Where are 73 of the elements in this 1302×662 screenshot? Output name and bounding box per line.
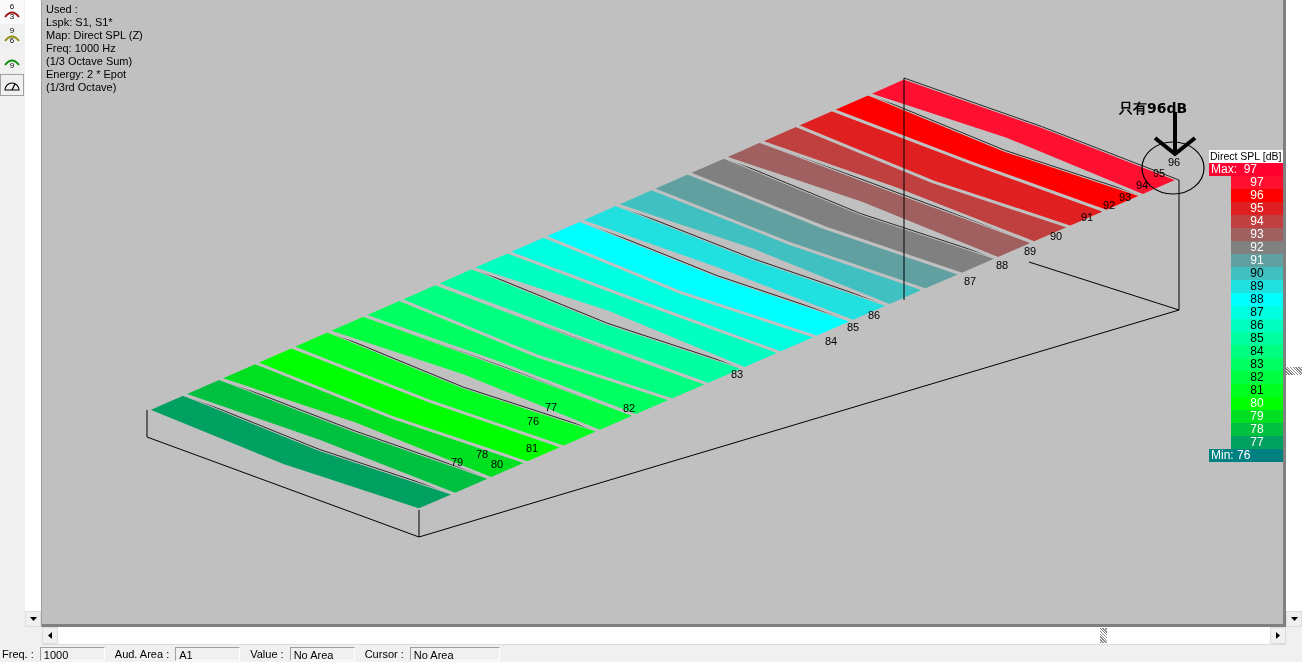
contour-label: 94 [1135,179,1149,191]
legend-level: 77 [1231,436,1283,449]
status-label: Value : [250,647,285,660]
legend-level: 83 [1231,358,1283,371]
status-field: A1 [175,646,241,661]
legend-level: 87 [1231,306,1283,319]
scroll-down-button[interactable] [25,611,41,627]
legend-level: 88 [1231,293,1283,306]
legend-level: 89 [1231,280,1283,293]
legend-level: 86 [1231,319,1283,332]
annotation-text: 只有96dB [1119,100,1188,116]
legend-level: 90 [1231,267,1283,280]
info-line: (1/3 Octave Sum) [46,55,134,68]
legend-level: 81 [1231,384,1283,397]
legend-title: Direct SPL [dB] [1209,150,1283,163]
scroll-left-button[interactable] [42,627,58,644]
contour-label: 81 [525,442,539,454]
contour-label: 85 [846,321,860,333]
contour-label: 80 [490,458,504,470]
contour-label: 87 [963,275,977,287]
status-field: No Area [289,646,355,661]
legend-max: Max: 97 [1209,163,1283,176]
contour-label: 93 [1118,191,1132,203]
caret-left-icon [48,632,52,639]
contour-label: 83 [730,368,744,380]
contour-label: 89 [1023,245,1037,257]
legend-level: 91 [1231,254,1283,267]
contour-label: 76 [526,415,540,427]
contour-label: 82 [622,402,636,414]
legend-level: 94 [1231,215,1283,228]
legend-level: 84 [1231,345,1283,358]
legend-level: 82 [1231,371,1283,384]
info-line: Used : [46,3,79,16]
scroll-right-button[interactable] [1270,627,1286,644]
contour-label: 92 [1102,199,1116,211]
legend-level: 96 [1231,189,1283,202]
contour-label: 77 [544,401,558,413]
legend-level: 95 [1231,202,1283,215]
status-field: No Area [409,646,500,661]
caret-right-icon [1276,632,1280,639]
status-label: Freq. : [2,647,35,660]
toolbar-button[interactable]: 9 6 [0,24,24,48]
contour-label: 90 [1049,230,1063,242]
info-line: Energy: 2 * Epot [46,68,128,81]
contour-label: 86 [867,309,881,321]
contour-label: 96 [1167,156,1181,168]
contour-label: 95 [1152,167,1166,179]
scroll-thumb[interactable] [1286,367,1302,375]
status-label: Aud. Area : [114,647,171,660]
toolbar-button[interactable]: 9 [0,48,24,72]
legend-level: 80 [1231,397,1283,410]
toolbar-button[interactable]: 6 3 [0,0,24,24]
info-line: Map: Direct SPL (Z) [46,29,143,42]
legend-level: 79 [1231,410,1283,423]
info-line: Freq: 1000 Hz [46,42,117,55]
legend-level: 78 [1231,423,1283,436]
status-label: Cursor : [364,647,405,660]
contour-label: 84 [824,335,838,347]
legend-level: 93 [1231,228,1283,241]
scroll-down-button[interactable] [1286,611,1302,627]
legend-level: 97 [1231,176,1283,189]
info-line: Lspk: S1, S1* [46,16,114,29]
scroll-thumb[interactable] [1100,628,1107,643]
toolbar-button[interactable] [0,74,24,96]
contour-label: 78 [475,448,489,460]
legend-level: 92 [1231,241,1283,254]
caret-down-icon [29,617,37,621]
contour-label: 88 [995,259,1009,271]
caret-down-icon [1290,617,1298,621]
info-line: (1/3rd Octave) [46,81,118,94]
status-field: 1000 [39,646,105,661]
legend-level: 85 [1231,332,1283,345]
legend-min: Min: 76 [1209,449,1283,462]
